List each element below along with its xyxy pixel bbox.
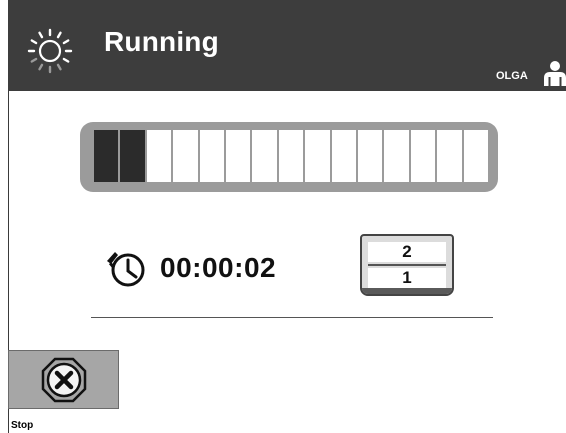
stop-label: Stop <box>11 420 34 431</box>
progress-segment-empty <box>437 130 462 182</box>
spinner-icon <box>27 28 73 74</box>
progress-segment-empty <box>463 130 489 182</box>
progress-segment-empty <box>252 130 277 182</box>
progress-segment-empty <box>278 130 304 182</box>
stop-button[interactable] <box>8 350 119 409</box>
progress-segment-empty <box>410 130 436 182</box>
status-header: Running OLGA <box>8 0 566 91</box>
progress-segment-empty <box>384 130 409 182</box>
stopwatch-icon <box>107 252 145 287</box>
page-title: Running <box>104 26 219 57</box>
elapsed-time: 00:00:02 <box>160 252 277 283</box>
progress-segment-empty <box>173 130 198 182</box>
divider <box>91 317 493 318</box>
progress-segment-empty <box>146 130 172 182</box>
user-icon[interactable] <box>543 60 566 86</box>
close-circle-icon <box>41 357 87 403</box>
progress-segment-filled <box>120 130 145 182</box>
progress-segment-empty <box>226 130 251 182</box>
counter-base <box>362 288 452 294</box>
counter-bottom-value: 1 <box>368 268 446 288</box>
user-name[interactable]: OLGA <box>496 70 528 82</box>
cycle-counter: 2 1 <box>360 234 454 296</box>
progress-segment-empty <box>199 130 225 182</box>
counter-top-value: 2 <box>368 242 446 262</box>
progress-segment-empty <box>305 130 330 182</box>
progress-segment-empty <box>331 130 357 182</box>
progress-segment-filled <box>94 130 119 182</box>
progress-bar <box>80 122 498 192</box>
progress-segment-empty <box>358 130 383 182</box>
counter-divider <box>368 264 446 266</box>
